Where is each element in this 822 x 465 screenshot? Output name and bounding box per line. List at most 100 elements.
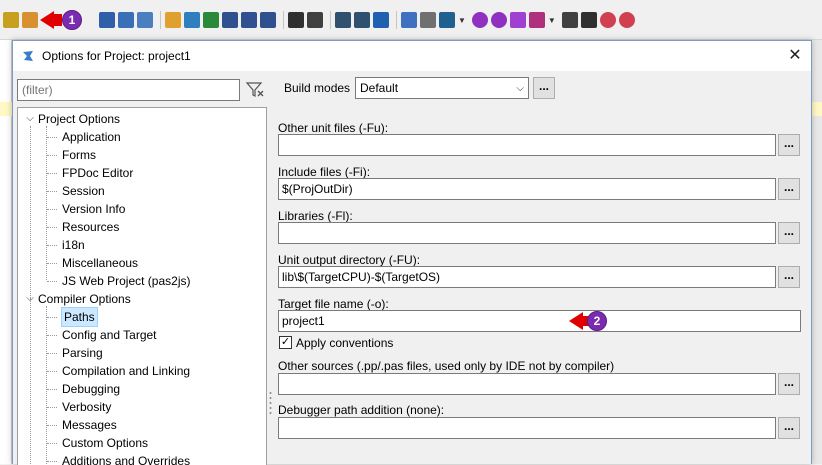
tree-item-label: Compiler Options <box>38 292 131 306</box>
tree-line <box>30 298 31 465</box>
tree-line <box>47 461 57 462</box>
view-units-icon[interactable] <box>241 12 257 28</box>
annotation-arrowhead-1 <box>40 11 54 29</box>
libraries-field[interactable] <box>278 222 776 244</box>
libraries-browse[interactable]: ... <box>778 222 800 244</box>
options-tree[interactable]: ⌵ Project Options Application Forms FPDoc … <box>17 107 267 465</box>
lazarus-icon <box>23 51 33 61</box>
build-icon[interactable] <box>335 12 351 28</box>
tree-item-label: i18n <box>62 238 85 252</box>
tree-line <box>47 317 57 318</box>
find-icon[interactable] <box>3 12 19 28</box>
other-sources-browse[interactable]: ... <box>778 373 800 395</box>
apply-conventions-label[interactable]: Apply conventions <box>296 336 393 350</box>
tree-line <box>30 126 31 298</box>
tree-item-label: Resources <box>62 220 120 234</box>
step-into-icon[interactable] <box>599 12 616 28</box>
filter-input[interactable] <box>17 79 240 101</box>
component-icon[interactable] <box>203 12 219 28</box>
monitor-icon[interactable] <box>439 12 455 28</box>
unit-output-dir-label: Unit output directory (-FU): <box>278 253 421 267</box>
build-modes-button[interactable]: ... <box>533 77 555 99</box>
find-replace-icon[interactable] <box>307 12 323 28</box>
tree-item-label: Session <box>62 184 105 198</box>
toggle-icon[interactable] <box>260 12 276 28</box>
tree-item-label: Miscellaneous <box>62 256 139 270</box>
tree-item-label: Paths <box>61 307 98 327</box>
libraries-label: Libraries (-Fl): <box>278 209 353 223</box>
find-file-icon[interactable] <box>288 12 304 28</box>
include-files-browse[interactable]: ... <box>778 178 800 200</box>
build-modes-select[interactable]: Default ⌵ <box>355 77 529 99</box>
build-modes-label: Build modes <box>284 81 351 95</box>
tree-item-label: Compilation and Linking <box>62 364 191 378</box>
project-options-dialog: Options for Project: project1 ✕ ⌵ Projec… <box>12 40 812 465</box>
debugger-path-browse[interactable]: ... <box>778 417 800 439</box>
tree-line <box>46 306 47 465</box>
tree-item-label: Application <box>62 130 121 144</box>
tree-line <box>47 353 57 354</box>
tree-line <box>46 126 47 280</box>
other-unit-files-browse[interactable]: ... <box>778 134 800 156</box>
search-icon[interactable] <box>184 12 200 28</box>
clear-filter-icon[interactable] <box>244 80 266 100</box>
tree-item-label: Additions and Overrides <box>62 454 191 465</box>
unit-output-dir-field[interactable]: lib\$(TargetCPU)-$(TargetOS) <box>278 266 776 288</box>
chevron-down-icon[interactable]: ▼ <box>458 16 466 25</box>
include-files-label: Include files (-Fi): <box>278 165 371 179</box>
run-debug-icon[interactable] <box>528 12 545 28</box>
tree-line <box>47 245 57 246</box>
tree-line <box>47 173 57 174</box>
view-forms-icon[interactable] <box>222 12 238 28</box>
tree-item-label: Config and Target <box>62 328 157 342</box>
target-file-name-field[interactable]: project1 <box>278 310 801 332</box>
settings2-icon[interactable] <box>490 12 507 28</box>
save-all-icon[interactable] <box>118 12 134 28</box>
tree-line <box>47 407 57 408</box>
tree-line <box>47 335 57 336</box>
tree-line <box>47 137 57 138</box>
debugger-path-field[interactable] <box>278 417 776 439</box>
step-over-icon[interactable] <box>618 12 635 28</box>
tree-line <box>47 155 57 156</box>
tree-line <box>47 227 57 228</box>
build-modes-value: Default <box>360 81 399 95</box>
tree-line <box>47 281 57 282</box>
toolbar-separator <box>396 11 397 29</box>
tree-line <box>47 209 57 210</box>
apply-conventions-checkbox[interactable]: ✓ <box>279 336 292 349</box>
inspect-icon[interactable] <box>354 12 370 28</box>
run-icon[interactable] <box>509 12 526 28</box>
tree-item-label: Custom Options <box>62 436 149 450</box>
splitter-handle[interactable] <box>269 391 272 415</box>
copy-icon[interactable] <box>137 12 153 28</box>
other-unit-files-field[interactable] <box>278 134 776 156</box>
save-icon[interactable] <box>99 12 115 28</box>
collapse-icon[interactable]: ⌵ <box>24 290 36 308</box>
wrench-icon[interactable] <box>420 12 436 28</box>
settings-icon[interactable] <box>471 12 488 28</box>
close-icon[interactable]: ✕ <box>785 46 805 66</box>
stop-icon[interactable] <box>580 12 597 28</box>
package-icon[interactable] <box>373 12 389 28</box>
collapse-icon[interactable]: ⌵ <box>24 110 36 128</box>
pause-icon[interactable] <box>561 12 578 28</box>
tree-item-label: Messages <box>62 418 117 432</box>
tree-item-label: Version Info <box>62 202 126 216</box>
tree-item-label: JS Web Project (pas2js) <box>62 274 191 288</box>
other-sources-field[interactable] <box>278 373 776 395</box>
chevron-down-icon[interactable]: ⌵ <box>516 81 524 97</box>
open-project-icon[interactable] <box>22 12 38 28</box>
tree-item-label: Debugging <box>62 382 121 396</box>
unit-output-dir-browse[interactable]: ... <box>778 266 800 288</box>
edit-icon[interactable] <box>165 12 181 28</box>
ide-left-strip <box>0 40 12 464</box>
chevron-down-icon[interactable]: ▼ <box>548 16 556 25</box>
tools-icon[interactable] <box>401 12 417 28</box>
tree-line <box>47 443 57 444</box>
toolbar-separator <box>330 11 331 29</box>
include-files-field[interactable]: $(ProjOutDir) <box>278 178 776 200</box>
ide-highlight <box>0 102 12 116</box>
toolbar-separator <box>283 11 284 29</box>
dialog-titlebar[interactable]: Options for Project: project1 ✕ <box>13 41 811 71</box>
